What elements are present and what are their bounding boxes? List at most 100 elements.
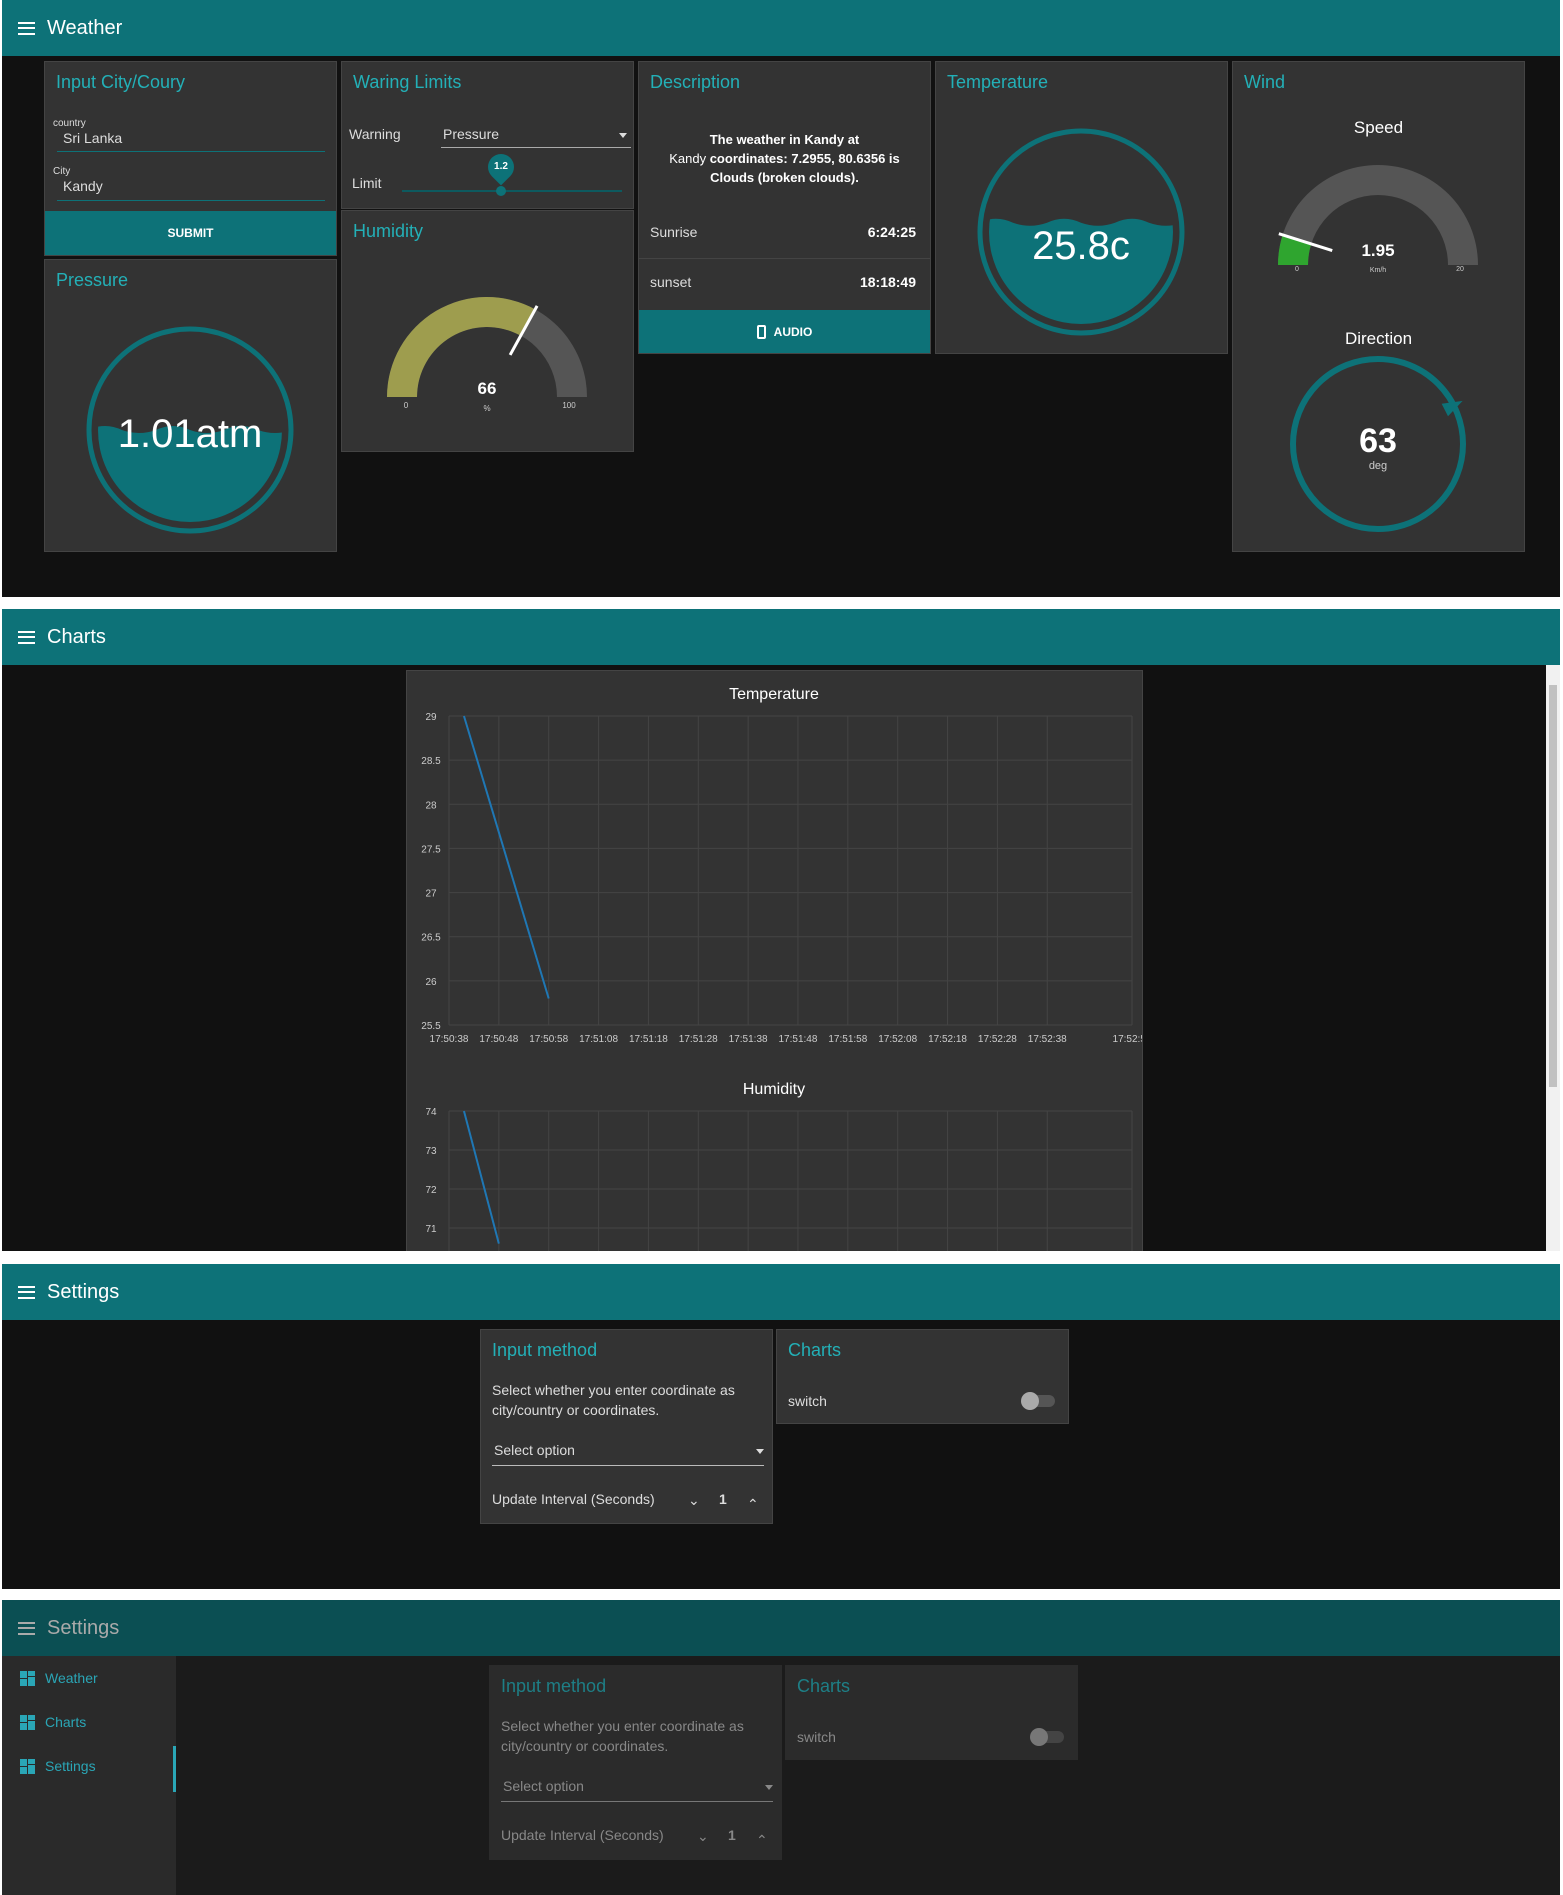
sunrise-value: 6:24:25 bbox=[867, 224, 916, 240]
card-title: Description bbox=[650, 72, 741, 92]
charts-switch[interactable] bbox=[1021, 1392, 1055, 1410]
limit-value: 1.2 bbox=[494, 161, 508, 172]
charts-card: Temperature 29 28.5 28 27.5 27 26.5 26 25.5 17:50… bbox=[406, 670, 1143, 1251]
warning-select[interactable]: Pressure bbox=[443, 126, 499, 142]
pressure-card: Pressure 1.01atm bbox=[44, 259, 337, 552]
page-title: Settings bbox=[47, 1280, 120, 1303]
input-method-desc: Select whether you enter coordinate as c… bbox=[492, 1382, 735, 1418]
speaker-icon bbox=[756, 324, 766, 339]
input-method-card: Input method Select whether you enter co… bbox=[489, 1665, 782, 1860]
submit-button[interactable]: SUBMIT bbox=[45, 211, 336, 255]
chevron-down-icon[interactable] bbox=[619, 133, 627, 138]
scrollbar-thumb[interactable] bbox=[1549, 685, 1557, 1087]
y-tick-label: 27.5 bbox=[421, 844, 441, 855]
update-interval-label: Update Interval (Seconds) bbox=[492, 1491, 655, 1507]
chart-title: Humidity bbox=[743, 1081, 805, 1098]
input-method-card: Input method Select whether you enter co… bbox=[480, 1329, 773, 1524]
humidity-value: 66 bbox=[478, 379, 497, 398]
charts-svg: Temperature 29 28.5 28 27.5 27 26.5 26 25.5 17:50… bbox=[421, 686, 1142, 1251]
speed-min: 0 bbox=[1295, 266, 1299, 273]
card-title: Charts bbox=[788, 1340, 842, 1360]
y-tick-label: 73 bbox=[425, 1146, 437, 1157]
direction-value: 63 bbox=[1359, 422, 1397, 460]
dashboard-icon bbox=[20, 1670, 35, 1686]
audio-button[interactable]: AUDIO bbox=[639, 310, 930, 353]
y-tick-label: 74 bbox=[425, 1107, 437, 1118]
switch-label: switch bbox=[788, 1393, 827, 1409]
page-title: Settings bbox=[47, 1616, 120, 1639]
description-text: The weather in Kandy at Kandy coordinate… bbox=[669, 132, 900, 185]
interval-value[interactable]: 1 bbox=[728, 1827, 736, 1843]
card-title: Wind bbox=[1244, 72, 1286, 92]
humidity-series-line bbox=[462, 1110, 500, 1244]
x-tick-label: 17:51:28 bbox=[679, 1034, 718, 1045]
humidity-card: Humidity 66 % 0 100 bbox=[341, 210, 634, 452]
card-title: Charts bbox=[797, 1676, 851, 1696]
sunrise-label: Sunrise bbox=[650, 224, 698, 240]
dashboard-icon bbox=[20, 1714, 35, 1730]
limit-label: Limit bbox=[352, 175, 382, 191]
limit-slider-track[interactable] bbox=[402, 190, 622, 192]
select-option[interactable]: Select option bbox=[494, 1442, 575, 1458]
country-field[interactable]: Sri Lanka bbox=[63, 130, 323, 146]
interval-decrease-icon[interactable]: ⌄ bbox=[697, 1828, 709, 1845]
menu-icon[interactable] bbox=[18, 21, 35, 35]
charts-settings-card: Charts switch bbox=[776, 1329, 1069, 1424]
menu-icon[interactable] bbox=[18, 1621, 35, 1635]
select-option[interactable]: Select option bbox=[503, 1778, 584, 1794]
x-tick-label: 17:51:48 bbox=[779, 1034, 818, 1045]
charts-section: Charts Temperature 29 28.5 28 27.5 27 26.5 26 25… bbox=[2, 609, 1560, 1251]
chart-title: Temperature bbox=[729, 686, 819, 703]
page-title: Charts bbox=[47, 625, 106, 648]
interval-value[interactable]: 1 bbox=[719, 1491, 727, 1507]
settings-topbar: Settings bbox=[2, 1264, 1560, 1320]
city-field[interactable]: Kandy bbox=[63, 178, 323, 194]
charts-switch[interactable] bbox=[1030, 1728, 1064, 1746]
x-tick-label: 17:52:38 bbox=[1028, 1034, 1067, 1045]
interval-increase-icon[interactable]: ⌃ bbox=[756, 1832, 768, 1849]
interval-decrease-icon[interactable]: ⌄ bbox=[688, 1492, 700, 1509]
active-indicator bbox=[173, 1746, 176, 1792]
chevron-down-icon[interactable] bbox=[756, 1449, 764, 1454]
y-tick-label: 25.5 bbox=[421, 1021, 441, 1032]
interval-increase-icon[interactable]: ⌃ bbox=[747, 1496, 759, 1513]
sidebar-item-label: Charts bbox=[45, 1714, 87, 1730]
pressure-value: 1.01atm bbox=[118, 412, 263, 456]
card-title: Input method bbox=[492, 1340, 598, 1360]
humidity-gauge: 66 % 0 100 bbox=[387, 297, 587, 413]
speed-unit: Km/h bbox=[1370, 267, 1386, 274]
direction-unit: deg bbox=[1369, 460, 1387, 472]
scrollbar[interactable] bbox=[1546, 665, 1560, 1251]
x-tick-label: 17:51:08 bbox=[579, 1034, 618, 1045]
chevron-down-icon[interactable] bbox=[765, 1785, 773, 1790]
x-tick-label: 17:50:58 bbox=[529, 1034, 568, 1045]
settings-nav-section: Settings Weather Charts Settings Input m… bbox=[2, 1600, 1560, 1895]
charts-settings-card: Charts switch bbox=[785, 1665, 1078, 1760]
y-tick-label: 71 bbox=[425, 1224, 437, 1235]
country-label: country bbox=[53, 118, 86, 129]
y-tick-label: 72 bbox=[425, 1185, 437, 1196]
limit-slider-thumb[interactable] bbox=[496, 186, 506, 196]
x-tick-label: 17:52:55 bbox=[1113, 1034, 1142, 1045]
menu-icon[interactable] bbox=[18, 630, 35, 644]
menu-icon[interactable] bbox=[18, 1285, 35, 1299]
temperature-tank-gauge: 25.8c bbox=[977, 128, 1185, 336]
wind-direction-compass: 63 deg bbox=[1290, 356, 1466, 532]
wind-card: Wind Speed 1.95 Km/h 0 20 Direction 63 d… bbox=[1232, 61, 1525, 552]
x-tick-label: 17:52:18 bbox=[928, 1034, 967, 1045]
temperature-card: Temperature 25.8c bbox=[935, 61, 1228, 354]
y-tick-label: 26 bbox=[425, 977, 437, 988]
dashboard-icon bbox=[20, 1758, 35, 1774]
sidebar-item-weather[interactable]: Weather bbox=[20, 1668, 98, 1688]
y-tick-label: 29 bbox=[425, 712, 437, 723]
y-tick-label: 28 bbox=[425, 800, 437, 811]
speed-label: Speed bbox=[1353, 118, 1404, 137]
speed-value: 1.95 bbox=[1361, 241, 1394, 260]
weather-section: Weather Input City/Coury country Sri Lan… bbox=[2, 0, 1560, 597]
card-title: Input method bbox=[501, 1676, 607, 1696]
x-tick-label: 17:52:08 bbox=[878, 1034, 917, 1045]
sidebar-item-settings[interactable]: Settings bbox=[20, 1756, 96, 1776]
direction-label: Direction bbox=[1344, 329, 1413, 348]
sidebar-item-charts[interactable]: Charts bbox=[20, 1712, 86, 1732]
settings-section: Settings Input method Select whether you… bbox=[2, 1264, 1560, 1589]
